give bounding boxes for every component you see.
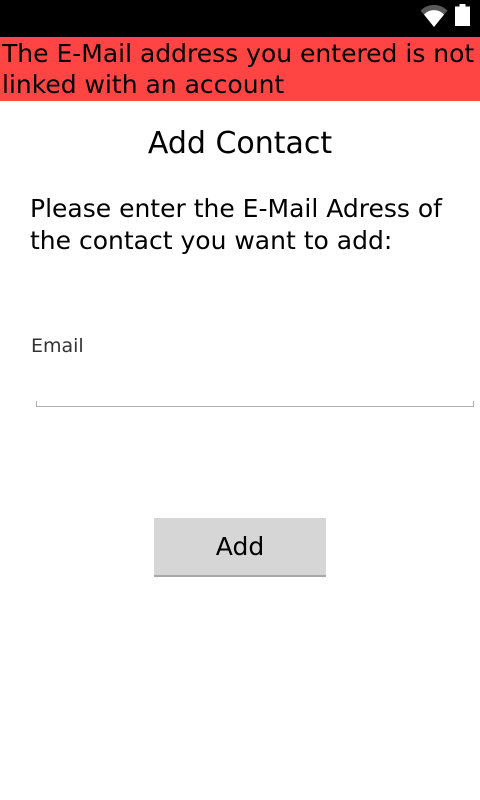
error-banner: The E-Mail address you entered is not li… <box>0 37 480 101</box>
battery-icon <box>455 4 470 26</box>
instructions-text: Please enter the E-Mail Adress of the co… <box>30 194 442 255</box>
email-field-underline <box>36 401 474 407</box>
error-message: The E-Mail address you entered is not li… <box>2 39 475 99</box>
wifi-icon <box>420 4 448 27</box>
email-label: Email <box>31 335 84 357</box>
status-bar <box>0 0 480 37</box>
page-title: Add Contact <box>147 126 333 161</box>
add-button[interactable]: Add <box>154 518 326 577</box>
